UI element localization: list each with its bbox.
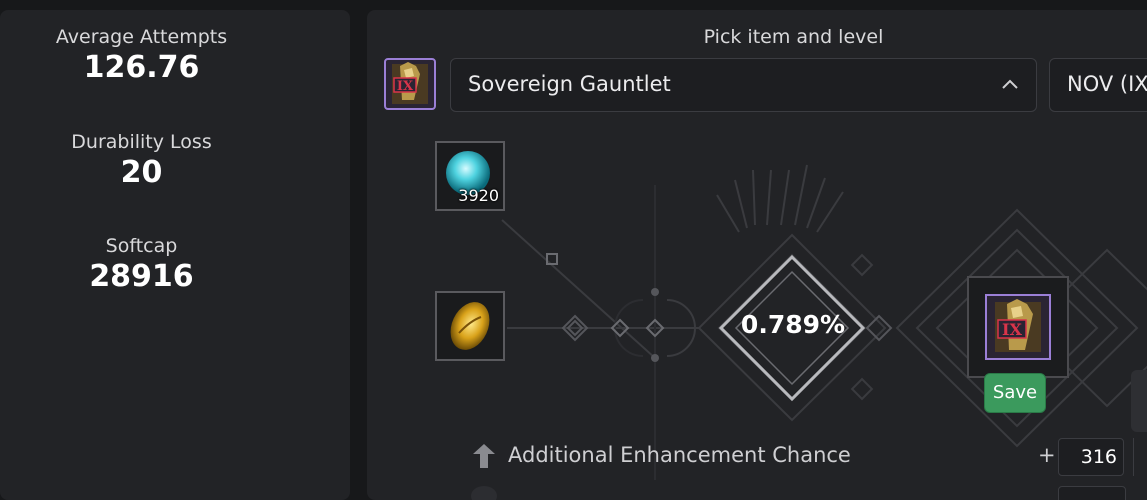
softcap-stat: Softcap 28916: [0, 235, 283, 294]
save-button[interactable]: Save: [984, 373, 1046, 413]
gauntlet-icon: IX: [995, 299, 1041, 352]
bonus-row: Additional Enhancement Chance + 316: [471, 438, 1147, 476]
item-select[interactable]: Sovereign Gauntlet: [450, 58, 1037, 112]
gauntlet-icon: IX: [392, 62, 428, 104]
average-attempts-label: Average Attempts: [55, 26, 228, 48]
next-row-icon: [471, 486, 497, 500]
bonus-input[interactable]: 316: [1058, 438, 1124, 476]
bonus-label: Additional Enhancement Chance: [508, 443, 851, 467]
item-thumbnail[interactable]: IX: [384, 58, 436, 110]
material-slot-blue-stone[interactable]: 3920: [435, 141, 505, 211]
level-select-value: NOV (IX: [1067, 72, 1147, 96]
pick-item-title: Pick item and level: [703, 26, 884, 48]
bonus-minus[interactable]: [1133, 438, 1147, 476]
result-tier-text: IX: [1002, 320, 1022, 339]
material-count: 3920: [458, 186, 499, 205]
level-select[interactable]: NOV (IX: [1049, 58, 1147, 112]
chevron-up-icon: [1002, 79, 1018, 89]
success-chance: 0.789%: [740, 310, 846, 339]
gold-stone-icon: [450, 302, 490, 350]
softcap-value: 28916: [89, 259, 194, 294]
material-slot-gold-stone[interactable]: [435, 291, 505, 361]
average-attempts-stat: Average Attempts 126.76: [0, 26, 283, 85]
durability-loss-stat: Durability Loss 20: [0, 131, 283, 190]
durability-loss-label: Durability Loss: [71, 131, 212, 153]
item-tier-text: IX: [397, 79, 414, 94]
result-item: IX: [985, 294, 1051, 360]
enhancement-panel: Pick item and level IX Sovereign Gauntle…: [367, 10, 1147, 500]
durability-loss-value: 20: [120, 155, 163, 190]
result-item-slot: IX: [967, 276, 1069, 378]
stats-panel: Average Attempts 126.76 Durability Loss …: [0, 10, 350, 500]
item-select-value: Sovereign Gauntlet: [468, 72, 671, 96]
bonus-plus[interactable]: +: [1038, 443, 1056, 467]
softcap-label: Softcap: [105, 235, 178, 257]
average-attempts-value: 126.76: [83, 50, 200, 85]
side-item-slot[interactable]: [1131, 370, 1147, 432]
arrow-up-icon: [473, 444, 495, 468]
next-row-input[interactable]: [1058, 486, 1126, 500]
